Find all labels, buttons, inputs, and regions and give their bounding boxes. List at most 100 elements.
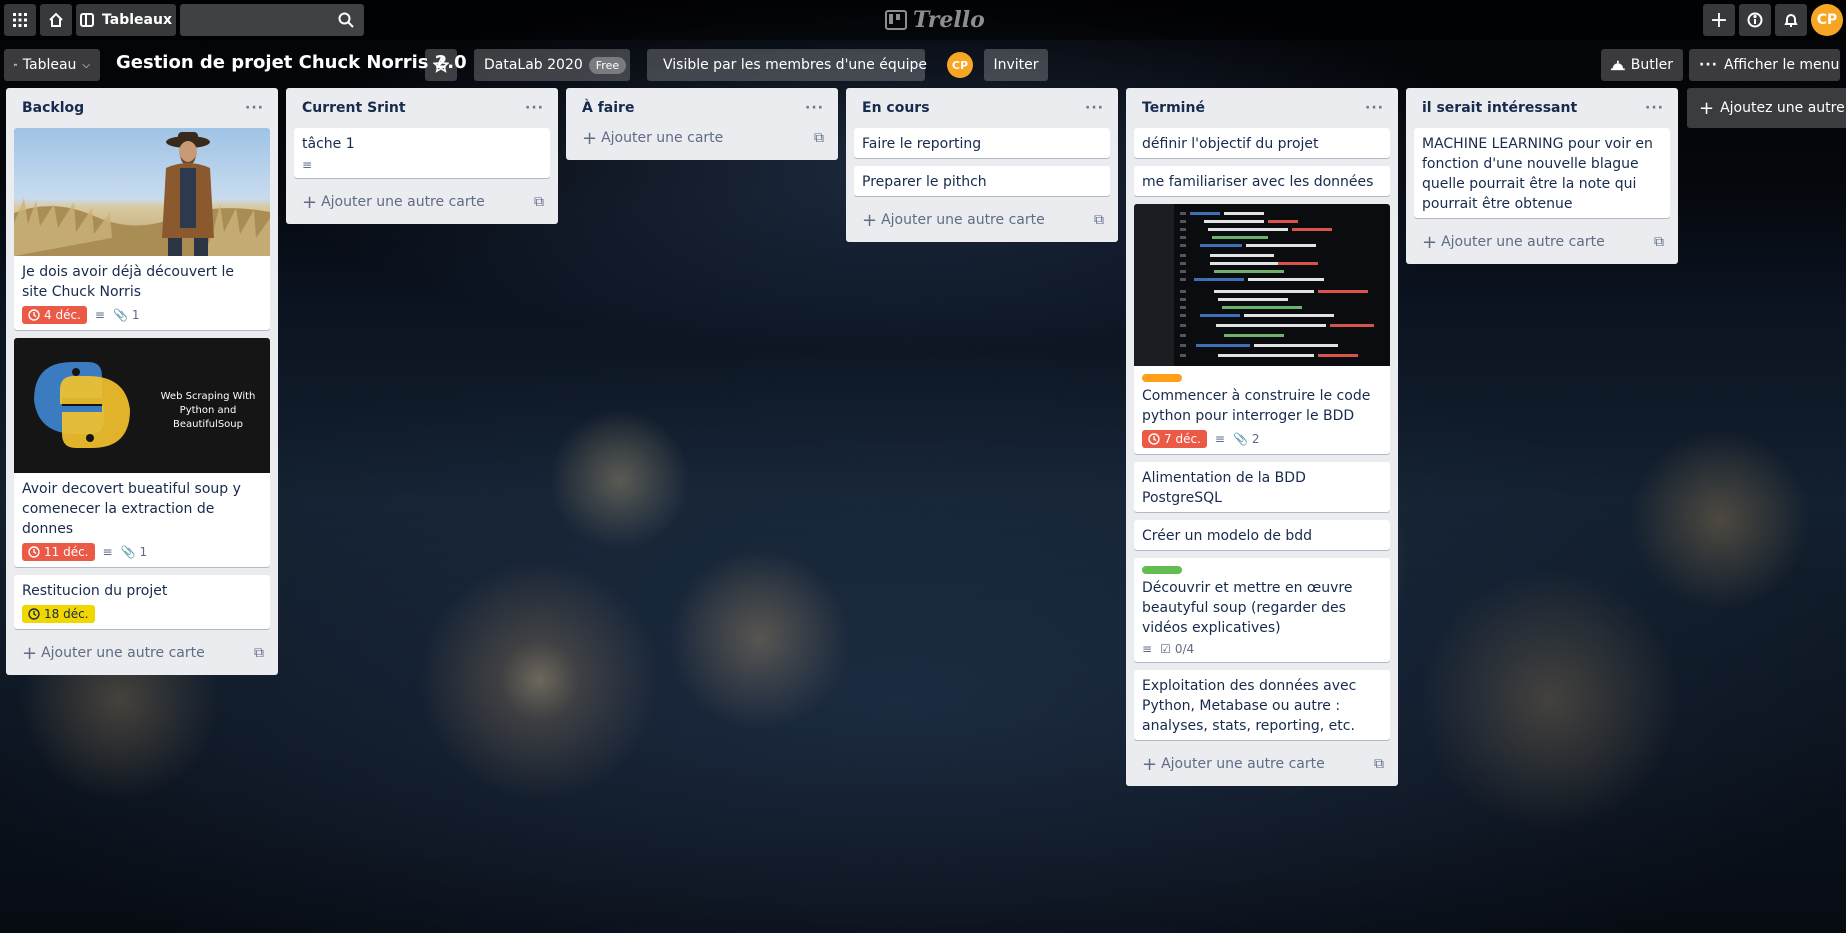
list-current-sprint: Current Srint ··· tâche 1 ≡ + Ajouter une… <box>286 88 558 224</box>
list-header[interactable]: Terminé ··· <box>1134 88 1390 128</box>
add-card-button[interactable]: + Ajouter une carte ⧉ <box>574 122 830 154</box>
list-title[interactable]: En cours <box>862 100 930 116</box>
member-initials: CP <box>951 58 969 72</box>
list-title[interactable]: Backlog <box>22 100 84 116</box>
star-board-button[interactable] <box>425 49 457 81</box>
card-template-icon[interactable]: ⧉ <box>534 194 544 210</box>
add-card-label: Ajouter une autre carte <box>881 212 1045 228</box>
card[interactable]: Exploitation des données avec Python, Me… <box>1134 670 1390 740</box>
board-view-label: Tableau <box>22 57 77 73</box>
card-badges: 18 déc. <box>22 605 262 623</box>
plus-icon: + <box>1699 97 1715 119</box>
card[interactable]: Découvrir et mettre en œuvre beautyful s… <box>1134 558 1390 662</box>
card-badges: 7 déc. ≡ 📎 2 <box>1142 430 1382 448</box>
card-template-icon[interactable]: ⧉ <box>814 130 824 146</box>
card[interactable]: Faire le reporting <box>854 128 1110 158</box>
list-menu-icon[interactable]: ··· <box>1365 100 1384 116</box>
checklist-badge: ☑ 0/4 <box>1160 642 1194 656</box>
user-avatar[interactable]: CP <box>1811 4 1843 36</box>
due-date-badge[interactable]: 18 déc. <box>22 605 95 623</box>
search-input[interactable] <box>180 4 364 36</box>
board-title[interactable]: Gestion de projet Chuck Norris 2.0 <box>116 52 467 73</box>
description-icon: ≡ <box>102 545 113 559</box>
list-header[interactable]: Current Srint ··· <box>294 88 550 128</box>
card[interactable]: MACHINE LEARNING pour voir en fonction d… <box>1414 128 1670 218</box>
chuck-norris-photo <box>14 132 270 256</box>
home-button[interactable] <box>40 4 72 36</box>
card-template-icon[interactable]: ⧉ <box>254 645 264 661</box>
paperclip-icon: 📎 <box>112 308 128 322</box>
list-title[interactable]: Terminé <box>1142 100 1205 116</box>
add-card-label: Ajouter une carte <box>601 130 724 146</box>
create-button[interactable]: + <box>1703 4 1735 36</box>
card-label-green[interactable] <box>1142 566 1182 574</box>
plus-icon: + <box>582 127 598 149</box>
chevron-down-icon: ⌵ <box>82 59 90 71</box>
list-menu-icon[interactable]: ··· <box>805 100 824 116</box>
due-date-text: 7 déc. <box>1164 432 1201 446</box>
member-avatar[interactable]: CP <box>947 52 973 78</box>
add-card-button[interactable]: + Ajouter une autre carte ⧉ <box>1414 226 1670 258</box>
card[interactable]: Créer un modelo de bdd <box>1134 520 1390 550</box>
list-title[interactable]: il serait intéressant <box>1422 100 1577 116</box>
team-button[interactable]: DataLab 2020 Free <box>474 49 630 81</box>
card-title: Preparer le pithch <box>862 174 987 190</box>
card[interactable]: tâche 1 ≡ <box>294 128 550 178</box>
card-title: définir l'objectif du projet <box>1142 136 1319 152</box>
add-card-button[interactable]: + Ajouter une autre carte ⧉ <box>854 204 1110 236</box>
notifications-button[interactable] <box>1775 4 1807 36</box>
list-menu-icon[interactable]: ··· <box>245 100 264 116</box>
card-badges: 4 déc. ≡ 📎 1 <box>22 306 262 324</box>
card-title: tâche 1 <box>302 136 355 152</box>
due-date-badge[interactable]: 7 déc. <box>1142 430 1207 448</box>
card-template-icon[interactable]: ⧉ <box>1094 212 1104 228</box>
list-a-faire: À faire ··· + Ajouter une carte ⧉ <box>566 88 838 160</box>
list-header[interactable]: En cours ··· <box>854 88 1110 128</box>
card[interactable]: me familiariser avec les données <box>1134 166 1390 196</box>
card-template-icon[interactable]: ⧉ <box>1374 756 1384 772</box>
card-label-orange[interactable] <box>1142 374 1182 382</box>
list-title[interactable]: À faire <box>582 100 634 116</box>
card-cover-image <box>1134 204 1390 366</box>
due-date-badge[interactable]: 11 déc. <box>22 543 95 561</box>
card[interactable]: Web Scraping With Python and BeautifulSo… <box>14 338 270 567</box>
plus-icon: + <box>1709 7 1729 33</box>
list-termine: Terminé ··· définir l'objectif du projet… <box>1126 88 1398 786</box>
card-title: Avoir decovert bueatiful soup y comenece… <box>22 481 241 537</box>
card-template-icon[interactable]: ⧉ <box>1654 234 1664 250</box>
boards-button[interactable]: Tableaux <box>76 4 176 36</box>
trello-logo[interactable]: Trello <box>885 6 985 34</box>
card[interactable]: Commencer à construire le code python po… <box>1134 204 1390 454</box>
card[interactable]: Je dois avoir déjà découvert le site Chu… <box>14 128 270 330</box>
add-card-button[interactable]: + Ajouter une autre carte ⧉ <box>1134 748 1390 780</box>
butler-icon <box>1611 60 1625 71</box>
list-header[interactable]: il serait intéressant ··· <box>1414 88 1670 128</box>
description-icon: ≡ <box>94 308 105 322</box>
attachment-badge: 📎 2 <box>1233 432 1260 446</box>
list-menu-icon[interactable]: ··· <box>525 100 544 116</box>
attachment-count: 2 <box>1251 432 1260 446</box>
add-list-button[interactable]: + Ajoutez une autre liste <box>1687 88 1846 128</box>
card[interactable]: Preparer le pithch <box>854 166 1110 196</box>
user-initials: CP <box>1816 12 1838 28</box>
card[interactable]: définir l'objectif du projet <box>1134 128 1390 158</box>
butler-button[interactable]: Butler <box>1601 49 1683 81</box>
invite-button[interactable]: Inviter <box>984 49 1048 81</box>
add-card-button[interactable]: + Ajouter une autre carte ⧉ <box>14 637 270 669</box>
list-menu-icon[interactable]: ··· <box>1645 100 1664 116</box>
info-button[interactable] <box>1739 4 1771 36</box>
card[interactable]: Restitucion du projet 18 déc. <box>14 575 270 629</box>
list-title[interactable]: Current Srint <box>302 100 406 116</box>
list-header[interactable]: Backlog ··· <box>14 88 270 128</box>
card[interactable]: Alimentation de la BDD PostgreSQL <box>1134 462 1390 512</box>
apps-button[interactable] <box>4 4 36 36</box>
card-title: Exploitation des données avec Python, Me… <box>1142 678 1357 734</box>
board-view-switcher[interactable]: Tableau ⌵ <box>4 49 100 81</box>
list-menu-icon[interactable]: ··· <box>1085 100 1104 116</box>
show-menu-button[interactable]: ··· Afficher le menu <box>1689 49 1840 81</box>
visibility-button[interactable]: Visible par les membres d'une équipe <box>647 49 927 81</box>
due-date-badge[interactable]: 4 déc. <box>22 306 87 324</box>
list-en-cours: En cours ··· Faire le reporting Preparer… <box>846 88 1118 242</box>
add-card-button[interactable]: + Ajouter une autre carte ⧉ <box>294 186 550 218</box>
plus-icon: + <box>1422 231 1438 253</box>
